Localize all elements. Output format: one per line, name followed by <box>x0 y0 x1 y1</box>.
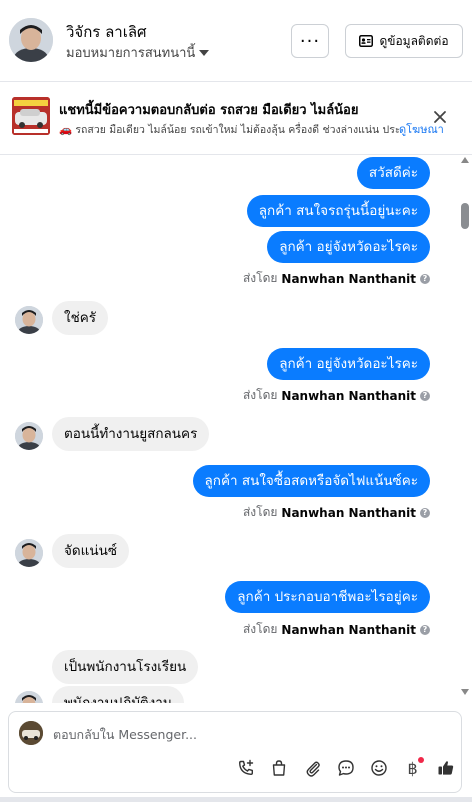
message-bubble-incoming: จัดแน่นซ์ <box>52 534 129 568</box>
message-bubble-incoming: ตอนนี้ทำงานยูสกลนคร <box>52 417 210 451</box>
view-contact-button[interactable]: ดูข้อมูลติดต่อ <box>345 24 463 58</box>
message-bubble-incoming: ใช่ครั <box>52 301 109 335</box>
message-bubble-outgoing: ลูกค้า อยู่จังหวัดอะไรคะ <box>267 231 430 263</box>
sent-by-label: ส่งโดย Nanwhan Nanthanit ? <box>243 269 430 288</box>
ad-context-banner: แชทนี้มีข้อความตอบกลับต่อ รถสวย มือเดียว… <box>0 83 472 155</box>
message-bubble-outgoing: สวัสดีค่ะ <box>356 157 430 189</box>
sent-by-agent: Nanwhan Nanthanit <box>281 271 416 286</box>
scrollbar-thumb[interactable] <box>461 203 469 229</box>
payment-button[interactable]: ฿ <box>402 757 424 779</box>
sent-by-label: ส่งโดย Nanwhan Nanthanit ? <box>243 386 430 405</box>
info-icon[interactable]: ? <box>420 624 430 635</box>
sent-by-prefix: ส่งโดย <box>242 271 278 285</box>
scroll-up-arrow-icon[interactable] <box>461 157 469 163</box>
sent-by-agent: Nanwhan Nanthanit <box>281 505 416 520</box>
notification-dot <box>417 757 424 763</box>
customer-avatar-small <box>15 691 43 703</box>
saved-replies-button[interactable] <box>335 757 357 779</box>
sent-by-prefix: ส่งโดย <box>242 622 278 636</box>
more-options-button[interactable]: ··· <box>291 24 329 58</box>
emoji-button[interactable] <box>368 757 390 779</box>
sent-by-label: ส่งโดย Nanwhan Nanthanit ? <box>243 503 430 522</box>
assign-conversation-dropdown[interactable]: มอบหมายการสนทนานี้ <box>66 42 210 63</box>
message-bubble-outgoing: ลูกค้า สนใจซื้อสดหรือจัดไฟแน้นซ์คะ <box>192 465 430 497</box>
customer-avatar-small <box>15 306 43 334</box>
message-bubble-incoming: เป็นพนักงานโรงเรียน <box>52 650 199 684</box>
chat-bubble-icon <box>338 760 354 776</box>
view-contact-label: ดูข้อมูลติดต่อ <box>379 33 449 48</box>
assign-label: มอบหมายการสนทนานี้ <box>66 46 196 61</box>
sent-by-agent: Nanwhan Nanthanit <box>281 622 416 637</box>
close-icon[interactable] <box>432 109 448 125</box>
composer-toolbar: ฿ <box>235 756 457 780</box>
message-bubble-incoming: พนักงานปฏิบัติงาน <box>52 686 185 703</box>
contact-card-icon <box>359 35 374 47</box>
sent-by-agent: Nanwhan Nanthanit <box>281 388 416 403</box>
smiley-icon <box>371 760 388 776</box>
scroll-down-arrow-icon[interactable] <box>461 689 469 695</box>
message-composer: ฿ <box>8 711 462 793</box>
shopping-bag-icon <box>273 760 286 776</box>
ad-title: แชทนี้มีข้อความตอบกลับต่อ รถสวย มือเดียว… <box>59 103 359 118</box>
sent-by-label: ส่งโดย Nanwhan Nanthanit ? <box>243 620 430 639</box>
info-icon[interactable]: ? <box>420 507 430 518</box>
customer-avatar-small <box>15 539 43 567</box>
info-icon[interactable]: ? <box>420 390 430 401</box>
customer-name[interactable]: วิจักร ลาเลิศ <box>66 20 147 44</box>
message-thread[interactable]: สวัสดีค่ะ ลูกค้า สนใจรถรุ่นนี้อยู่นะคะ ล… <box>0 155 472 703</box>
page-avatar <box>19 721 43 745</box>
customer-avatar[interactable] <box>9 18 53 62</box>
phone-plus-icon <box>239 759 254 775</box>
call-plus-button[interactable] <box>235 757 257 779</box>
like-button[interactable] <box>435 757 457 779</box>
caret-down-icon <box>199 49 210 56</box>
more-dots-icon: ··· <box>299 30 321 52</box>
sent-by-prefix: ส่งโดย <box>242 505 278 519</box>
message-bubble-outgoing: ลูกค้า อยู่จังหวัดอะไรคะ <box>267 348 430 380</box>
customer-avatar-small <box>15 422 43 450</box>
conversation-header: วิจักร ลาเลิศ มอบหมายการสนทนานี้ ··· ดูข… <box>0 0 472 82</box>
thread-scrollbar[interactable] <box>458 155 472 703</box>
shop-button[interactable] <box>268 757 290 779</box>
info-icon[interactable]: ? <box>420 273 430 284</box>
paperclip-icon <box>306 761 320 777</box>
ad-description: 🚗 รถสวย มือเดียว ไมล์น้อย รถเข้าใหม่ ไม่… <box>59 124 399 136</box>
ad-thumbnail[interactable] <box>12 97 50 135</box>
baht-currency-icon: ฿ <box>407 758 418 778</box>
thumbs-up-icon <box>438 761 454 775</box>
sent-by-prefix: ส่งโดย <box>242 388 278 402</box>
message-bubble-outgoing: ลูกค้า สนใจรถรุ่นนี้อยู่นะคะ <box>246 195 430 227</box>
bottom-divider <box>0 797 472 802</box>
message-bubble-outgoing: ลูกค้า ประกอบอาชีพอะไรอยู่คะ <box>225 581 430 613</box>
reply-input[interactable] <box>53 724 433 744</box>
attach-button[interactable] <box>302 757 324 779</box>
